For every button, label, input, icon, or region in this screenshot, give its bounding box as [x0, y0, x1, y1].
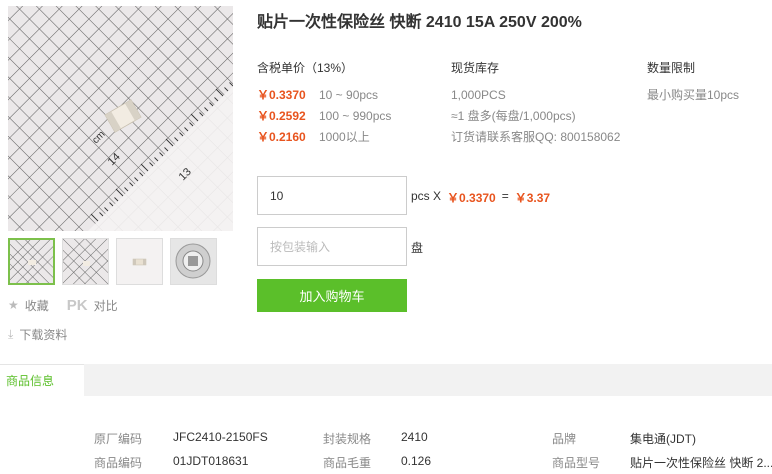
info-value: JFC2410-2150FS — [173, 430, 268, 444]
quantity-limit: 最小购买量10pcs — [647, 84, 739, 105]
info-label: 商品编码 — [94, 456, 143, 470]
equals-sign: = — [501, 189, 509, 203]
total-price: ￥3.37 — [514, 191, 551, 205]
thumbnail-fuse-image — [117, 239, 162, 284]
price-tier-row: ￥0.2592 100 ~ 990pcs — [257, 105, 391, 126]
quantity-input[interactable] — [257, 176, 407, 215]
tier-quantity: 10 ~ 90pcs — [319, 87, 379, 102]
thumbnail-grid-image — [10, 240, 53, 283]
package-quantity-input[interactable] — [257, 227, 407, 266]
favorite-button[interactable]: ★ 收藏 — [8, 297, 49, 314]
pk-icon: PK — [66, 296, 88, 314]
info-tab-bar — [0, 364, 772, 396]
tier-quantity: 1000以上 — [319, 130, 370, 144]
download-datasheet-link[interactable]: ⤓ 下载资料 — [8, 326, 118, 343]
thumbnail-3[interactable] — [116, 238, 163, 285]
info-label: 品牌 — [552, 432, 577, 446]
thumbnail-strip — [8, 238, 217, 285]
side-actions: ★ 收藏 PK 对比 ⤓ 下载资料 — [8, 296, 118, 343]
info-label: 商品型号 — [552, 456, 601, 470]
tier-price: ￥0.2160 — [257, 130, 306, 144]
stock-column-header: 现货库存 — [451, 61, 500, 75]
add-to-cart-button[interactable]: 加入购物车 — [257, 279, 407, 312]
favorite-label: 收藏 — [24, 298, 49, 313]
info-label: 原厂编码 — [94, 432, 143, 446]
star-icon: ★ — [8, 298, 19, 312]
price-calculation: pcs X ￥0.3370 = ￥3.37 — [411, 189, 550, 206]
product-main-image: 13 14 cm — [8, 6, 233, 231]
info-row: 商品编码 01JDT018631 商品毛重 0.126 商品型号 贴片一次性保险… — [0, 454, 772, 472]
stock-count: 1,000PCS — [451, 87, 506, 102]
stock-contact: 订货请联系客服QQ: 800158062 — [451, 130, 621, 144]
info-value: 贴片一次性保险丝 快断 2... — [630, 456, 772, 470]
info-label: 封装规格 — [323, 432, 372, 446]
thumbnail-2[interactable] — [62, 238, 109, 285]
thumbnail-1[interactable] — [8, 238, 55, 285]
price-tier-row: ￥0.3370 10 ~ 90pcs — [257, 84, 391, 105]
tier-price: ￥0.2592 — [257, 109, 306, 123]
price-column-header: 含税单价（13%） — [257, 61, 354, 75]
ruler-grid-photo: 13 14 cm — [8, 6, 233, 231]
info-value: 0.126 — [401, 454, 432, 468]
tab-product-info[interactable]: 商品信息 — [0, 364, 84, 396]
unit-price: ￥0.3370 — [447, 191, 496, 205]
product-title: 贴片一次性保险丝 快断 2410 15A 250V 200% — [257, 14, 582, 31]
tier-price: ￥0.3370 — [257, 88, 306, 102]
info-label: 商品毛重 — [323, 456, 372, 470]
info-row: 原厂编码 JFC2410-2150FS 封装规格 2410 品牌 集电通(JDT… — [0, 430, 772, 448]
compare-label: 对比 — [93, 298, 118, 313]
download-icon: ⤓ — [8, 327, 14, 341]
package-unit: 盘 — [411, 241, 424, 255]
info-value: 01JDT018631 — [173, 454, 249, 468]
limit-column-header: 数量限制 — [647, 61, 696, 75]
stock-info: 1,000PCS ≈1 盘多(每盘/1,000pcs) 订货请联系客服QQ: 8… — [451, 84, 620, 147]
price-tier-list: ￥0.3370 10 ~ 90pcs ￥0.2592 100 ~ 990pcs … — [257, 84, 391, 147]
info-value: 集电通(JDT) — [630, 432, 696, 446]
compare-button[interactable]: PK 对比 — [67, 297, 118, 314]
info-value: 2410 — [401, 430, 428, 444]
price-tier-row: ￥0.2160 1000以上 — [257, 126, 391, 147]
qty-unit: pcs X — [411, 189, 442, 203]
download-label: 下载资料 — [19, 328, 68, 342]
tier-quantity: 100 ~ 990pcs — [319, 108, 392, 123]
min-order-text: 最小购买量10pcs — [647, 88, 740, 102]
thumbnail-4[interactable] — [170, 238, 217, 285]
stock-reels: ≈1 盘多(每盘/1,000pcs) — [451, 109, 576, 123]
thumbnail-grid-image — [63, 239, 108, 284]
thumbnail-reel-image — [171, 239, 216, 284]
